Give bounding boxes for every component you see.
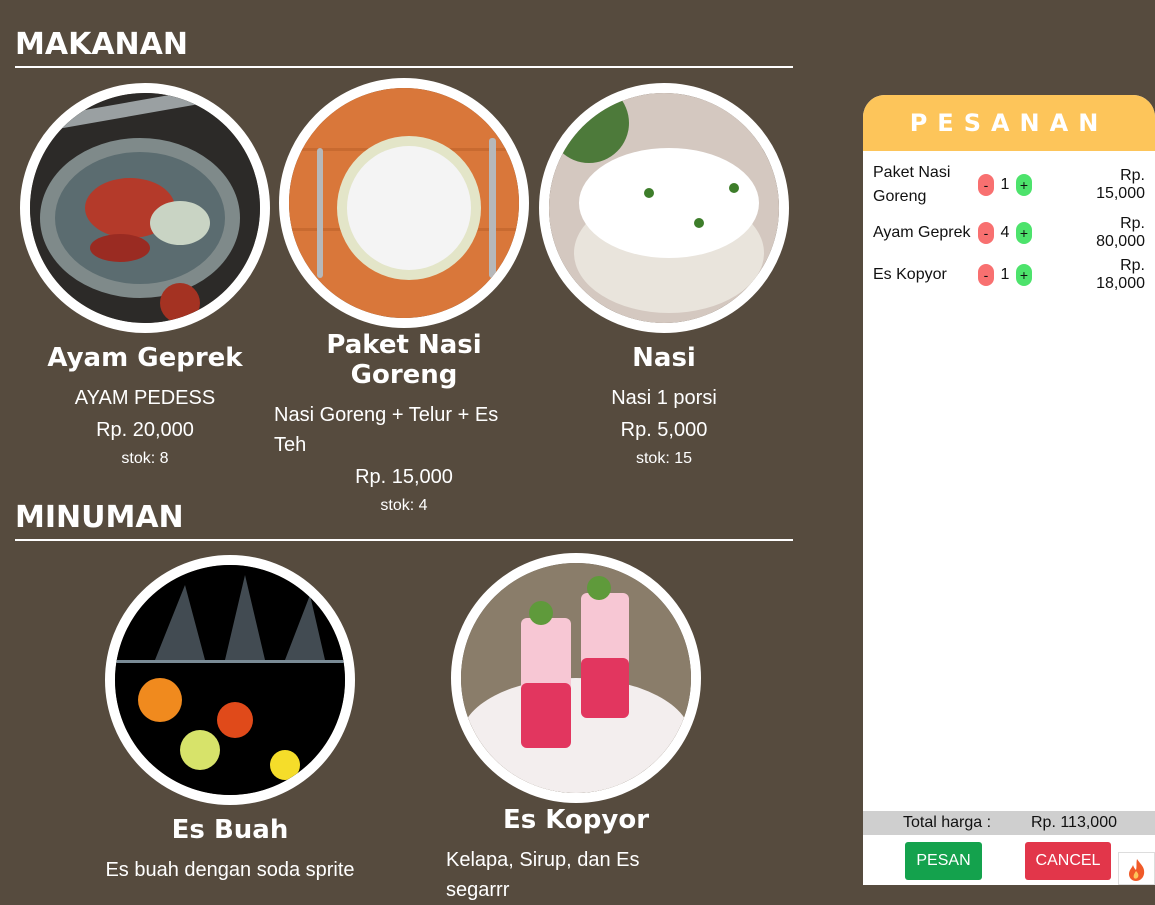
decrease-qty-button[interactable]: -	[978, 264, 994, 286]
food-description: Nasi Goreng + Telur + Es Teh	[274, 404, 499, 456]
order-item-qty: 1	[1000, 266, 1010, 283]
menu-card-paket-nasi-goreng[interactable]: Paket Nasi Goreng Nasi Goreng + Telur + …	[274, 78, 529, 515]
menu-card-ayam-geprek[interactable]: Ayam Geprek AYAM PEDESS Rp. 20,000 stok:…	[20, 83, 270, 468]
food-name: Paket Nasi Goreng	[326, 330, 482, 390]
food-description: Nasi 1 porsi	[611, 387, 717, 409]
food-price: Rp. 20,000	[96, 419, 194, 441]
increase-qty-button[interactable]: +	[1016, 174, 1032, 196]
menu-card-es-kopyor[interactable]: Es Kopyor Kelapa, Sirup, dan Es segarrr	[446, 553, 701, 905]
food-image-ayam-geprek[interactable]	[20, 83, 270, 333]
food-stock: stok: 15	[635, 450, 693, 467]
total-bar: Total harga : Rp. 113,000	[863, 811, 1155, 835]
increase-qty-button[interactable]: +	[1016, 264, 1032, 286]
drink-description: Kelapa, Sirup, dan Es segarrr	[446, 849, 640, 901]
cancel-button[interactable]: CANCEL	[1025, 842, 1111, 880]
order-item-price: Rp. 80,000	[1096, 215, 1145, 250]
drink-image-es-kopyor[interactable]	[451, 553, 701, 803]
drink-description: Es buah dengan soda sprite	[105, 859, 355, 881]
decrease-qty-button[interactable]: -	[978, 222, 994, 244]
section-title-makanan: MAKANAN	[15, 27, 793, 68]
fire-button[interactable]	[1118, 852, 1155, 885]
order-item-name: Paket Nasi Goreng	[873, 164, 951, 205]
order-item: Es Kopyor - 1 + Rp. 18,000	[873, 257, 1145, 293]
total-label: Total harga :	[903, 814, 992, 831]
order-item: Ayam Geprek - 4 + Rp. 80,000	[873, 215, 1145, 251]
increase-qty-button[interactable]: +	[1016, 222, 1032, 244]
order-item-price: Rp. 18,000	[1096, 257, 1145, 292]
order-item-name: Ayam Geprek	[873, 224, 971, 241]
drink-name: Es Buah	[171, 815, 289, 845]
order-item-name: Es Kopyor	[873, 266, 947, 283]
order-item-qty: 1	[1000, 176, 1010, 193]
order-item-qty: 4	[1000, 224, 1010, 241]
menu-card-es-buah[interactable]: Es Buah Es buah dengan soda sprite	[105, 555, 355, 885]
food-price: Rp. 5,000	[620, 419, 708, 441]
food-name: Nasi	[632, 343, 696, 373]
food-image-nasi[interactable]	[539, 83, 789, 333]
order-item: Paket Nasi Goreng - 1 + Rp. 15,000	[873, 161, 1145, 209]
order-item-price: Rp. 15,000	[1096, 167, 1145, 202]
order-panel: PESANAN Paket Nasi Goreng - 1 + Rp. 15,0…	[863, 95, 1155, 885]
section-title-minuman: MINUMAN	[15, 500, 793, 541]
order-list: Paket Nasi Goreng - 1 + Rp. 15,000 Ayam …	[863, 151, 1155, 293]
drink-image-es-buah[interactable]	[105, 555, 355, 805]
pesan-button[interactable]: PESAN	[905, 842, 982, 880]
order-panel-title: PESANAN	[863, 95, 1155, 151]
food-description: AYAM PEDESS	[74, 387, 216, 409]
food-name: Ayam Geprek	[47, 343, 243, 373]
food-image-paket-nasi-goreng[interactable]	[279, 78, 529, 328]
food-price: Rp. 15,000	[355, 466, 453, 488]
fire-icon	[1119, 859, 1154, 888]
drink-name: Es Kopyor	[502, 805, 650, 835]
decrease-qty-button[interactable]: -	[978, 174, 994, 196]
menu-card-nasi[interactable]: Nasi Nasi 1 porsi Rp. 5,000 stok: 15	[539, 83, 789, 468]
total-value: Rp. 113,000	[1031, 814, 1117, 831]
food-stock: stok: 8	[121, 450, 169, 467]
